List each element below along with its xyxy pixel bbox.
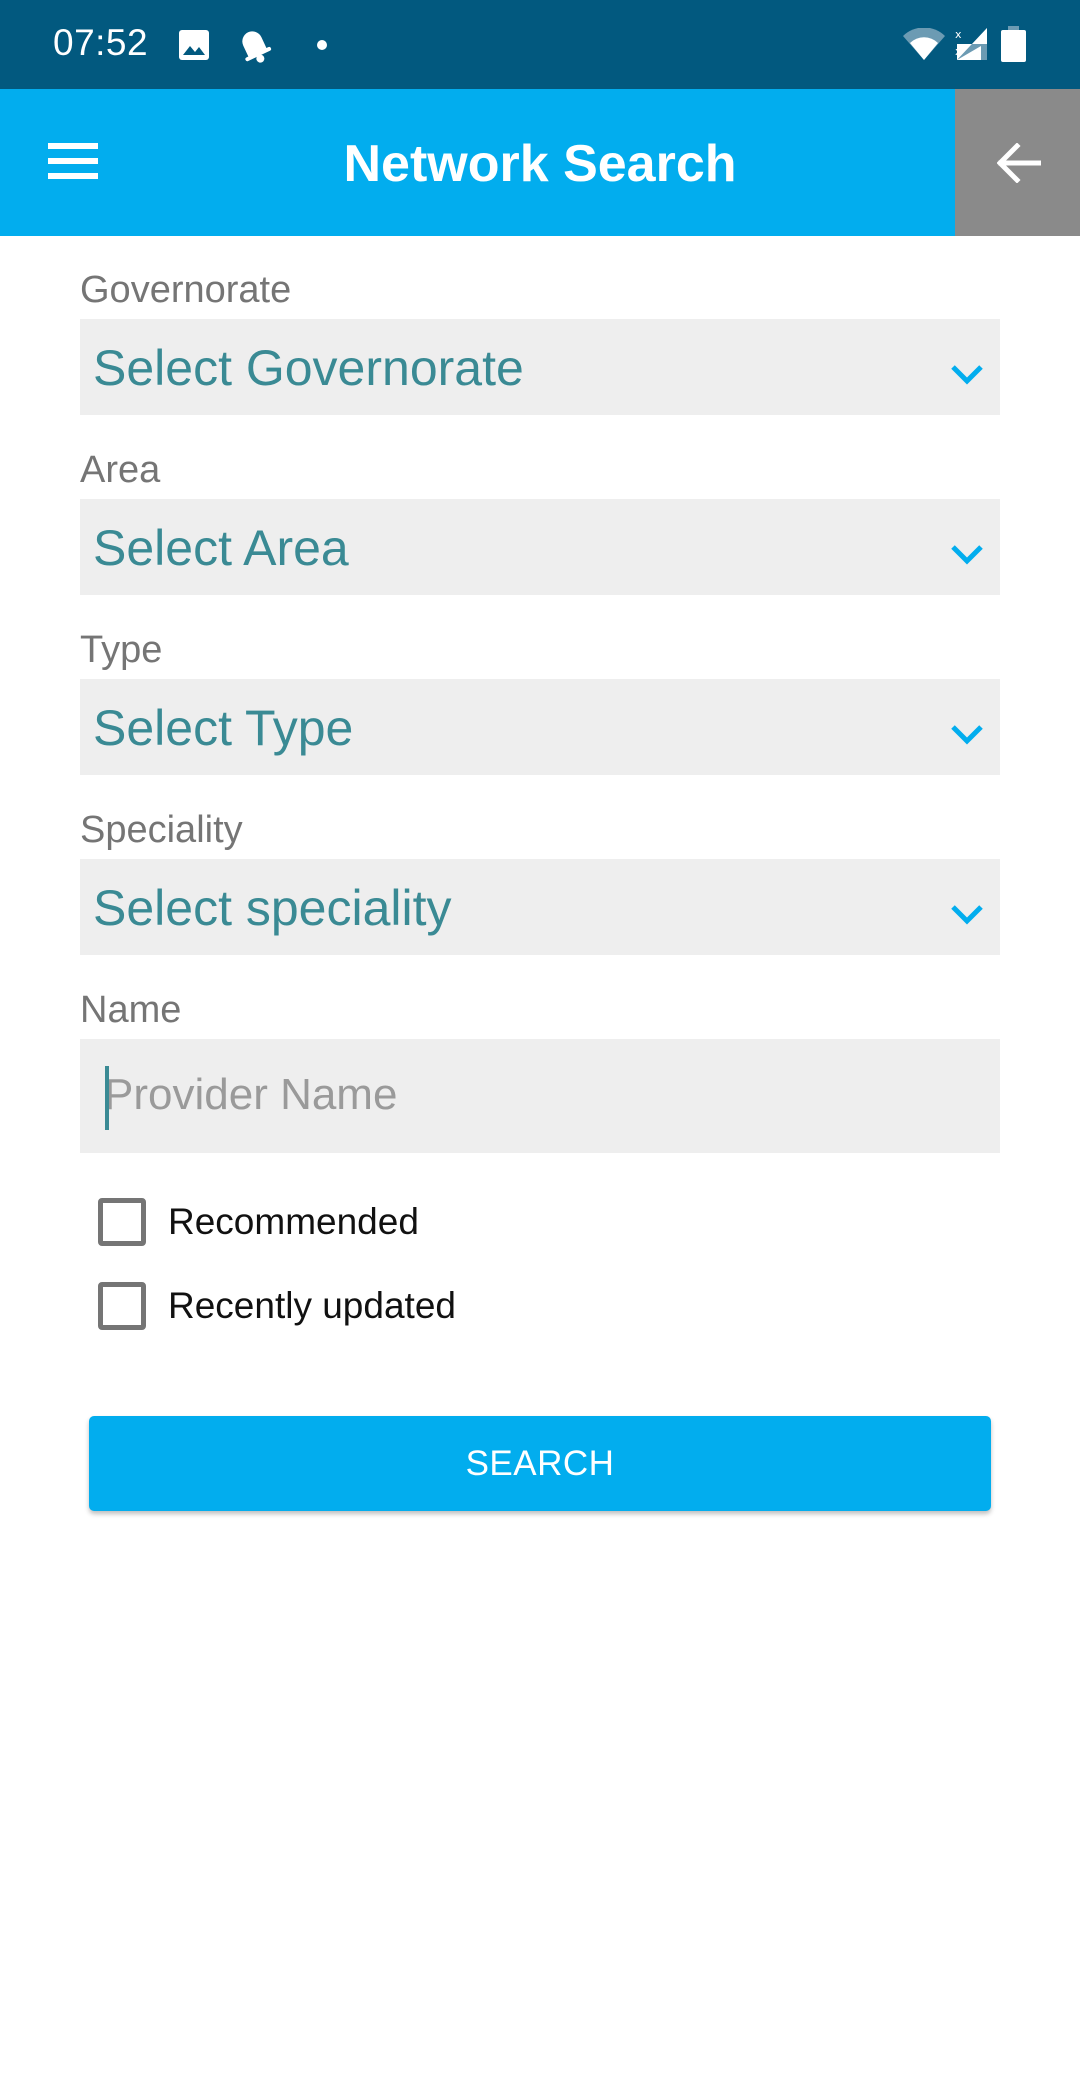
recently-updated-checkbox[interactable]: [98, 1282, 146, 1330]
name-label: Name: [80, 989, 182, 1031]
speciality-value: Select speciality: [93, 880, 452, 936]
governorate-value: Select Governorate: [93, 340, 524, 396]
recommended-checkbox[interactable]: [98, 1198, 146, 1246]
chevron-down-icon: [951, 905, 983, 925]
speciality-label: Speciality: [80, 809, 243, 851]
type-dropdown[interactable]: Select Type: [80, 679, 1000, 775]
provider-name-input[interactable]: [104, 1063, 974, 1127]
image-icon: [179, 30, 209, 65]
area-dropdown[interactable]: Select Area: [80, 499, 1000, 595]
chevron-down-icon: [951, 365, 983, 385]
speciality-dropdown[interactable]: Select speciality: [80, 859, 1000, 955]
wifi-icon: [903, 27, 945, 65]
battery-icon: [1001, 26, 1026, 67]
recently-updated-label: Recently updated: [168, 1285, 456, 1326]
svg-text:x: x: [955, 45, 962, 58]
area-value: Select Area: [93, 520, 349, 576]
chevron-down-icon: [951, 725, 983, 745]
signal-no-sim-icon: xx: [955, 26, 989, 67]
provider-name-field: [80, 1039, 1000, 1153]
svg-text:x: x: [955, 28, 962, 41]
bell-icon: [232, 25, 276, 70]
type-value: Select Type: [93, 700, 354, 756]
page-title: Network Search: [343, 135, 737, 193]
status-time: 07:52: [53, 22, 149, 63]
recommended-checkbox-row[interactable]: Recommended: [98, 1194, 419, 1250]
search-button[interactable]: SEARCH: [89, 1416, 991, 1511]
type-label: Type: [80, 629, 163, 671]
chevron-down-icon: [951, 545, 983, 565]
app-bar: Network Search: [0, 89, 1080, 236]
area-label: Area: [80, 449, 161, 491]
back-button[interactable]: [955, 89, 1080, 236]
recently-updated-checkbox-row[interactable]: Recently updated: [98, 1278, 456, 1334]
text-cursor: [105, 1066, 109, 1130]
arrow-left-icon: [997, 143, 1041, 183]
recommended-label: Recommended: [168, 1201, 419, 1242]
dot-icon: [316, 38, 328, 56]
governorate-label: Governorate: [80, 269, 292, 311]
governorate-dropdown[interactable]: Select Governorate: [80, 319, 1000, 415]
status-bar: 07:52 xx: [0, 0, 1080, 89]
